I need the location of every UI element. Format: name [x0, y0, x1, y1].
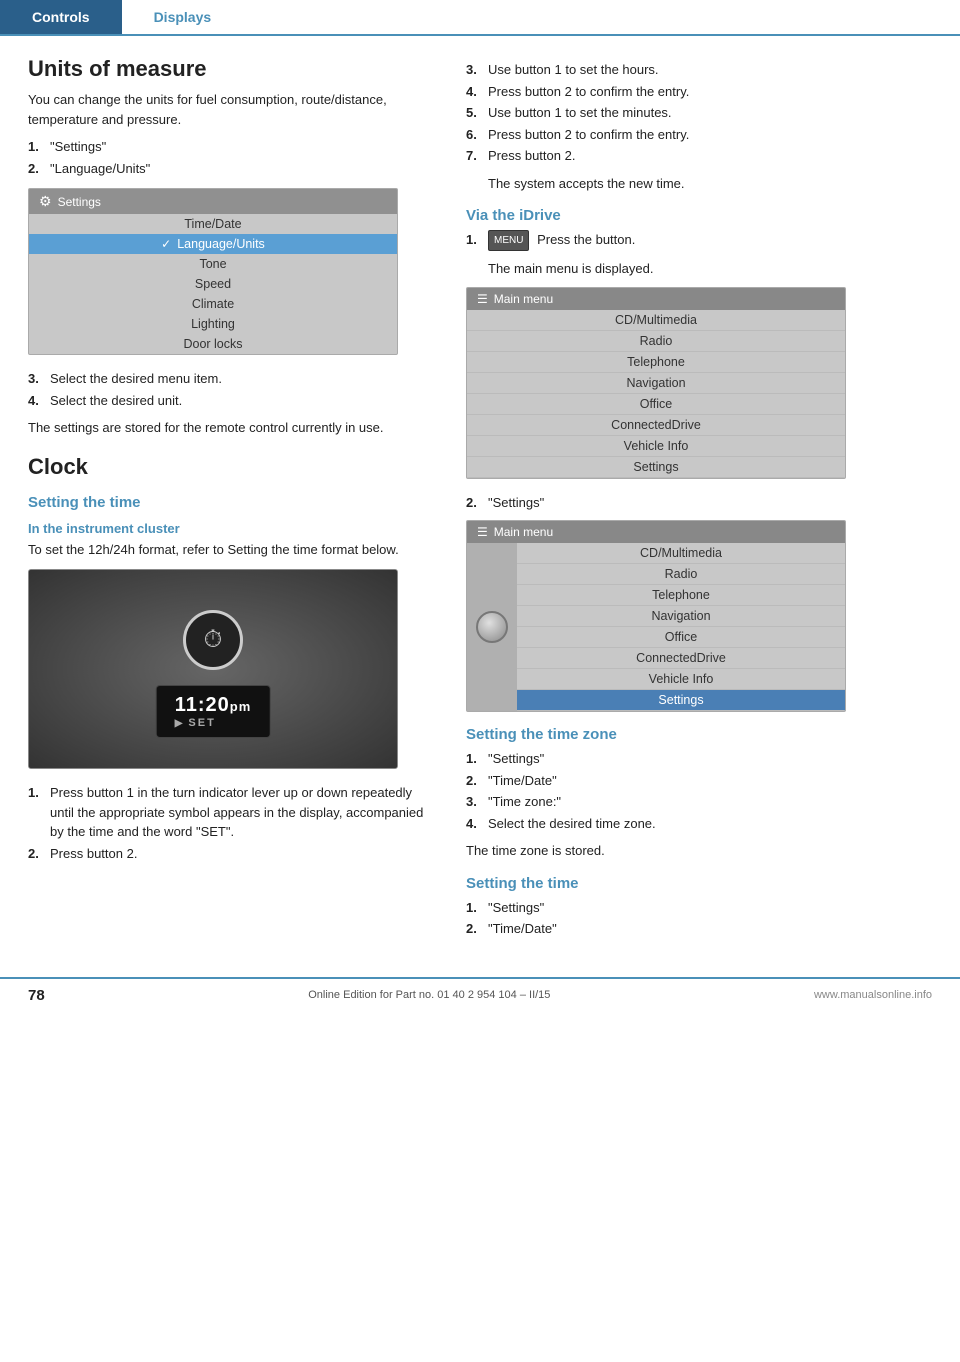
menu-row: Settings: [467, 457, 845, 478]
left-column: Units of measure You can change the unit…: [28, 56, 438, 947]
list-item: 2. "Time/Date": [466, 771, 932, 791]
setting-time-title: Setting the time: [28, 494, 438, 511]
menu-row: Navigation: [467, 373, 845, 394]
time-display: 11:20pm: [175, 694, 252, 717]
menu-item-lighting: Lighting: [29, 314, 397, 334]
set-label: SET: [175, 717, 252, 729]
menu-icon: ☰: [477, 292, 488, 306]
menu-row: Telephone: [517, 585, 845, 606]
menu-row: Radio: [517, 564, 845, 585]
menu-item-language: Language/Units: [29, 234, 397, 254]
footer-note: Online Edition for Part no. 01 40 2 954 …: [308, 989, 550, 1001]
footer: 78 Online Edition for Part no. 01 40 2 9…: [0, 977, 960, 1012]
menu-items-col: CD/Multimedia Radio Telephone Navigation…: [467, 310, 845, 478]
menu-row: Telephone: [467, 352, 845, 373]
list-item: 1. "Settings": [466, 749, 932, 769]
gear-icon: ⚙: [39, 193, 52, 210]
list-item: 2. "Time/Date": [466, 919, 932, 939]
units-title: Units of measure: [28, 56, 438, 82]
menu-row-settings-selected: Settings: [517, 690, 845, 711]
menu-layout: CD/Multimedia Radio Telephone Navigation…: [467, 310, 845, 478]
menu-row: Navigation: [517, 606, 845, 627]
list-item: 4. Select the desired time zone.: [466, 814, 932, 834]
tab-controls[interactable]: Controls: [0, 0, 122, 34]
settings-screenshot: ⚙ Settings Time/Date Language/Units Tone…: [28, 188, 398, 355]
list-item: 5. Use button 1 to set the minutes.: [466, 103, 932, 123]
via-idrive-steps: 1. MENU Press the button.: [466, 230, 932, 251]
menu-button-icon: MENU: [488, 230, 529, 251]
menu-knob: [467, 543, 517, 711]
setting-tz-title: Setting the time zone: [466, 726, 932, 743]
menu-icon-2: ☰: [477, 525, 488, 539]
menu-row: ConnectedDrive: [517, 648, 845, 669]
main-menu-screenshot-2: ☰ Main menu CD/Multimedia Radio Telephon…: [466, 520, 846, 712]
menu-row: Office: [517, 627, 845, 648]
right-steps: 3. Use button 1 to set the hours. 4. Pre…: [466, 60, 932, 166]
cluster-screenshot: ⏱ 11:20pm SET: [28, 569, 398, 769]
tab-displays[interactable]: Displays: [122, 0, 244, 34]
list-item: 3. Select the desired menu item.: [28, 369, 438, 389]
menu-row: Office: [467, 394, 845, 415]
menu-row: ConnectedDrive: [467, 415, 845, 436]
list-item: 3. Use button 1 to set the hours.: [466, 60, 932, 80]
menu-row: Radio: [467, 331, 845, 352]
knob-circle: [476, 611, 508, 643]
list-item: 2. "Language/Units": [28, 159, 438, 179]
units-footer: The settings are stored for the remote c…: [28, 418, 438, 438]
header: Controls Displays: [0, 0, 960, 36]
step7-subtext: The system accepts the new time.: [488, 174, 932, 194]
menu-item-climate: Climate: [29, 294, 397, 314]
menu-row: CD/Multimedia: [467, 310, 845, 331]
list-item: 6. Press button 2 to confirm the entry.: [466, 125, 932, 145]
menu-row: CD/Multimedia: [517, 543, 845, 564]
via-idrive-title: Via the iDrive: [466, 207, 932, 224]
main-menu-header: ☰ Main menu: [467, 288, 845, 310]
list-item: 4. Select the desired unit.: [28, 391, 438, 411]
clock-icon: ⏱: [183, 610, 243, 670]
main-menu-header-2: ☰ Main menu: [467, 521, 845, 543]
list-item: 2. "Settings": [466, 493, 932, 513]
page-number: 78: [28, 987, 45, 1004]
menu-item-doorlocks: Door locks: [29, 334, 397, 354]
tz-footer: The time zone is stored.: [466, 841, 932, 861]
menu-item-timedate: Time/Date: [29, 214, 397, 234]
menu-row: Vehicle Info: [517, 669, 845, 690]
menu-row: Vehicle Info: [467, 436, 845, 457]
cluster-steps: 1. Press button 1 in the turn indicator …: [28, 783, 438, 863]
setting-time2-steps: 1. "Settings" 2. "Time/Date": [466, 898, 932, 939]
clock-title: Clock: [28, 454, 438, 480]
list-item: 2. Press button 2.: [28, 844, 438, 864]
list-item: 7. Press button 2.: [466, 146, 932, 166]
list-item: 3. "Time zone:": [466, 792, 932, 812]
list-item: 1. "Settings": [28, 137, 438, 157]
units-body: You can change the units for fuel consum…: [28, 90, 438, 129]
setting-time-title-2: Setting the time: [466, 875, 932, 892]
units-steps-cont: 3. Select the desired menu item. 4. Sele…: [28, 369, 438, 410]
list-item: 1. "Settings": [466, 898, 932, 918]
list-item: 1. Press button 1 in the turn indicator …: [28, 783, 438, 842]
list-item: 4. Press button 2 to confirm the entry.: [466, 82, 932, 102]
menu-item-tone: Tone: [29, 254, 397, 274]
list-item: 1. MENU Press the button.: [466, 230, 932, 251]
menu-item-speed: Speed: [29, 274, 397, 294]
setting-tz-steps: 1. "Settings" 2. "Time/Date" 3. "Time zo…: [466, 749, 932, 833]
main-menu-displayed: The main menu is displayed.: [488, 259, 932, 279]
menu-bar: ⚙ Settings: [29, 189, 397, 214]
units-list: 1. "Settings" 2. "Language/Units": [28, 137, 438, 178]
main-menu-screenshot-1: ☰ Main menu CD/Multimedia Radio Telephon…: [466, 287, 846, 479]
cluster-body: To set the 12h/24h format, refer to Sett…: [28, 540, 438, 560]
right-column: 3. Use button 1 to set the hours. 4. Pre…: [466, 56, 932, 947]
via-idrive-step2-list: 2. "Settings": [466, 493, 932, 513]
page-body: Units of measure You can change the unit…: [0, 36, 960, 967]
menu-layout-2: CD/Multimedia Radio Telephone Navigation…: [467, 543, 845, 711]
instrument-cluster-title: In the instrument cluster: [28, 521, 438, 536]
set-display: 11:20pm SET: [156, 685, 271, 738]
menu-items-col-2: CD/Multimedia Radio Telephone Navigation…: [517, 543, 845, 711]
